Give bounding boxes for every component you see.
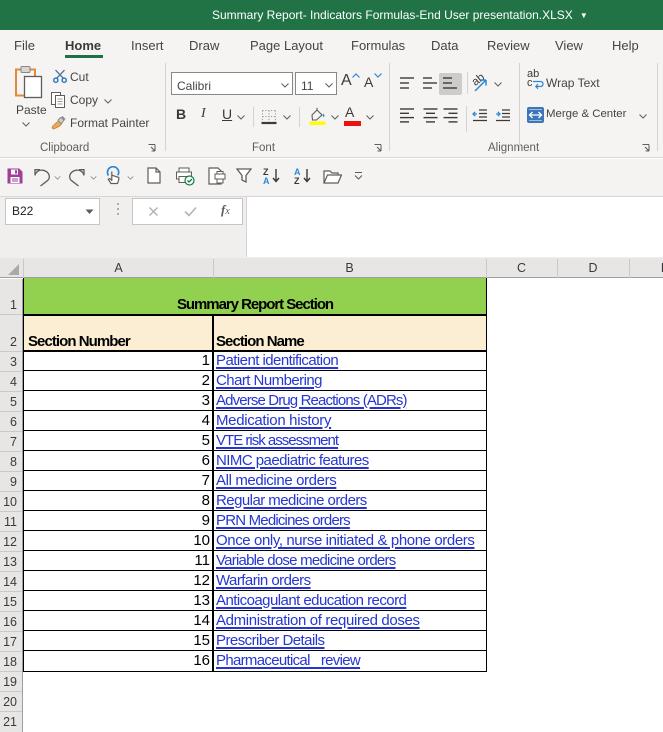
svg-text:Z: Z [294,176,300,185]
svg-text:A: A [263,176,270,185]
